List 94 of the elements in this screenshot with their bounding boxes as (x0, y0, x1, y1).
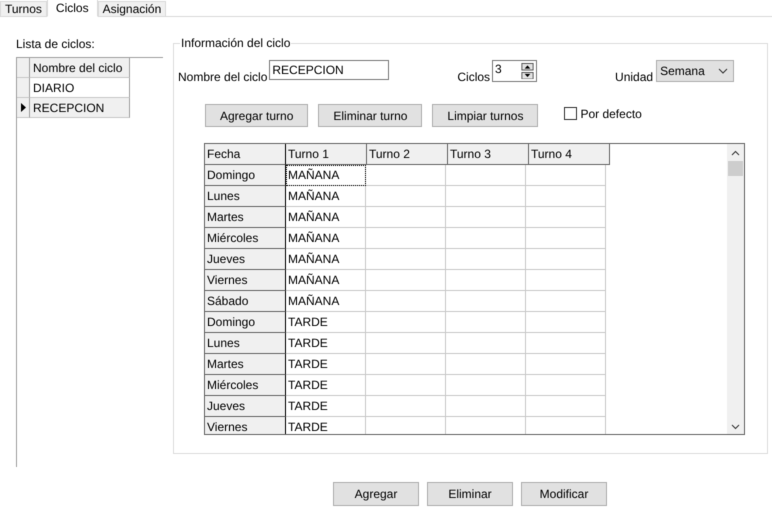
column-header: Turno 1 (286, 144, 367, 165)
field-label: Nombre del ciclo (178, 70, 268, 84)
column-header: Turno 3 (448, 144, 529, 165)
table-cell[interactable] (366, 291, 446, 312)
row-header: Martes (205, 207, 286, 228)
table-cell[interactable]: TARDE (286, 417, 366, 434)
table-cell[interactable]: MAÑANA (286, 207, 366, 228)
unit-dropdown[interactable]: Semana (656, 60, 734, 82)
table-cell[interactable] (526, 228, 606, 249)
table-cell[interactable]: MAÑANA (286, 249, 366, 270)
row-header: Sábado (205, 291, 286, 312)
tab[interactable]: Asignación (98, 1, 166, 17)
vertical-scrollbar[interactable] (727, 144, 744, 434)
field-label: Ciclos (457, 70, 490, 84)
table-cell[interactable] (526, 312, 606, 333)
action-button[interactable]: Limpiar turnos (432, 104, 538, 127)
row-header: Martes (205, 354, 286, 375)
list-label: Lista de ciclos: (16, 37, 96, 53)
table-cell[interactable] (446, 396, 526, 417)
row-header: Domingo (205, 312, 286, 333)
row-header: Miércoles (205, 228, 286, 249)
action-button[interactable]: Eliminar turno (318, 104, 422, 127)
table-cell[interactable] (366, 270, 446, 291)
table-cell[interactable] (446, 207, 526, 228)
table-cell[interactable] (366, 312, 446, 333)
table-cell[interactable] (526, 354, 606, 375)
chevron-up-icon[interactable] (731, 150, 740, 156)
table-cell[interactable]: TARDE (286, 333, 366, 354)
row-header: Viernes (205, 417, 286, 434)
table-cell[interactable] (526, 333, 606, 354)
group-title: Información del ciclo (180, 36, 292, 50)
table-cell[interactable]: MAÑANA (286, 291, 366, 312)
table-cell[interactable] (366, 354, 446, 375)
table-cell[interactable] (366, 396, 446, 417)
table-cell[interactable]: MAÑANA (286, 270, 366, 291)
table-cell[interactable]: MAÑANA (286, 186, 366, 207)
table-cell[interactable]: TARDE (286, 396, 366, 417)
table-cell[interactable] (526, 207, 606, 228)
row-header: Jueves (205, 396, 286, 417)
list-item[interactable]: RECEPCION (30, 98, 130, 118)
table-cell[interactable] (526, 291, 606, 312)
table-cell[interactable] (526, 396, 606, 417)
table-cell[interactable] (526, 165, 606, 186)
table-cell[interactable]: MAÑANA (286, 165, 366, 186)
table-cell[interactable] (366, 333, 446, 354)
scrollbar-thumb[interactable] (728, 161, 743, 176)
column-header: Nombre del ciclo (30, 58, 130, 78)
field-label: Unidad (615, 70, 654, 84)
table-cell[interactable] (446, 165, 526, 186)
table-cell[interactable] (446, 354, 526, 375)
row-header: Lunes (205, 333, 286, 354)
table-cell[interactable] (526, 375, 606, 396)
column-header: Turno 2 (367, 144, 448, 165)
row-header: Jueves (205, 249, 286, 270)
row-header: Miércoles (205, 375, 286, 396)
table-cell[interactable]: TARDE (286, 375, 366, 396)
table-cell[interactable]: TARDE (286, 312, 366, 333)
table-cell[interactable] (446, 375, 526, 396)
tab[interactable]: Turnos (0, 1, 47, 17)
row-header[interactable] (17, 98, 30, 118)
row-header: Lunes (205, 186, 286, 207)
column-header: Fecha (205, 144, 286, 165)
action-button[interactable]: Eliminar (427, 482, 513, 506)
table-cell[interactable] (446, 186, 526, 207)
table-cell[interactable] (366, 228, 446, 249)
cycles-spinner[interactable]: 3 (492, 60, 538, 82)
table-cell[interactable] (526, 186, 606, 207)
row-header: Viernes (205, 270, 286, 291)
table-cell[interactable] (366, 375, 446, 396)
table-cell[interactable] (446, 270, 526, 291)
table-cell[interactable] (366, 249, 446, 270)
table-cell[interactable] (366, 165, 446, 186)
row-pointer-icon (20, 103, 26, 112)
table-cell[interactable] (446, 228, 526, 249)
tab[interactable]: Ciclos (46, 0, 98, 17)
table-cell[interactable] (446, 333, 526, 354)
row-header: Domingo (205, 165, 286, 186)
table-cell[interactable]: TARDE (286, 354, 366, 375)
table-cell[interactable] (366, 186, 446, 207)
chevron-down-icon[interactable] (731, 424, 740, 430)
action-button[interactable]: Agregar (333, 482, 419, 506)
chevron-down-icon (718, 68, 728, 74)
table-cell[interactable] (526, 270, 606, 291)
table-cell[interactable]: MAÑANA (286, 228, 366, 249)
name-field[interactable]: RECEPCION (269, 60, 390, 80)
column-header: Turno 4 (529, 144, 610, 165)
table-cell[interactable] (446, 249, 526, 270)
table-cell[interactable] (446, 291, 526, 312)
action-button[interactable]: Agregar turno (205, 104, 308, 127)
table-cell[interactable] (446, 312, 526, 333)
table-cell[interactable] (526, 249, 606, 270)
table-cell[interactable] (366, 207, 446, 228)
default-checkbox[interactable]: Por defecto (564, 106, 642, 120)
action-button[interactable]: Modificar (521, 482, 607, 506)
